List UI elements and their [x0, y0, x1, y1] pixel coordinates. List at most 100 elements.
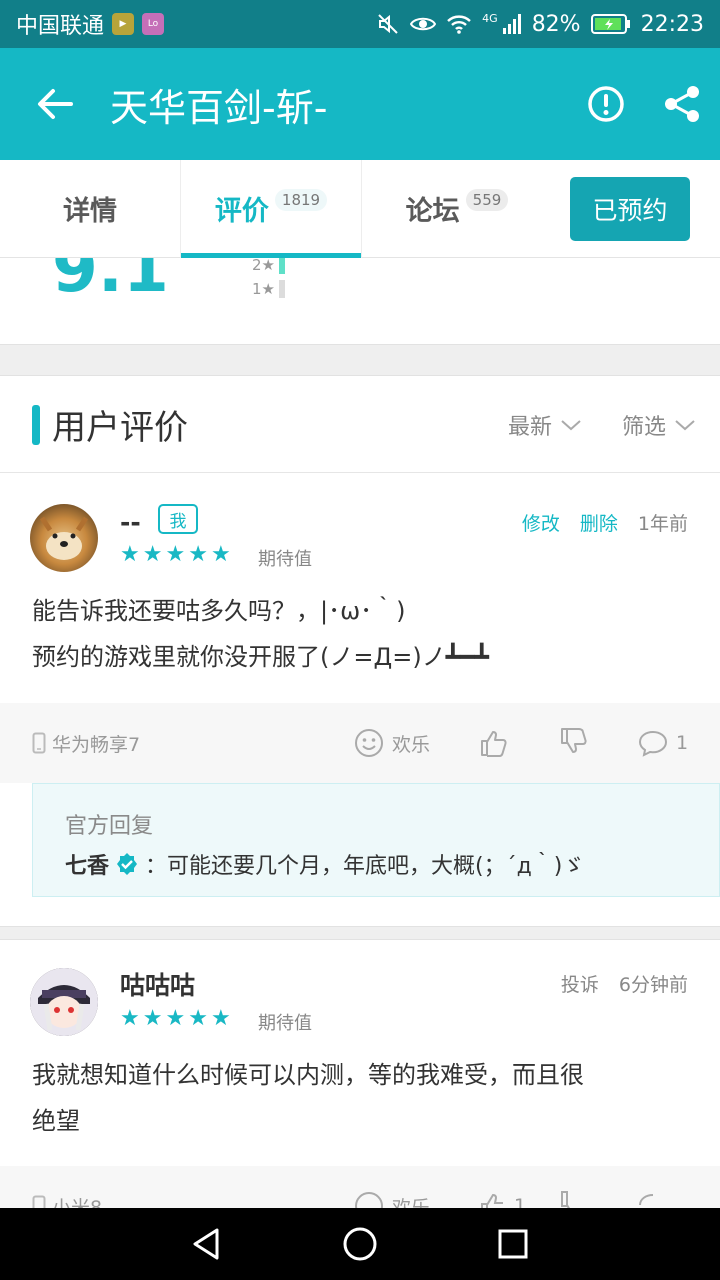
section-accent — [32, 404, 40, 445]
star-icon: ★ — [261, 280, 275, 298]
battery-icon — [590, 14, 630, 34]
tab-label: 论坛 — [405, 196, 460, 227]
comment-button[interactable]: 1 — [638, 729, 688, 757]
star-icon: ★ — [142, 1006, 163, 1031]
forum-count-badge: 559 — [465, 188, 509, 211]
device-info: 华为畅享7 — [32, 730, 140, 757]
sort-dropdown[interactable]: 最新 — [508, 409, 582, 441]
review-card: 咕咕咕 ★ ★ ★ ★ ★ 期待值 投诉 6分钟前 我就想知道什么时候可以内测，等的我难… — [0, 940, 720, 1246]
comment-icon — [638, 730, 668, 757]
wifi-icon — [447, 15, 471, 34]
review-line: 预约的游戏里就你没开服了(ノ=Д=)ノ┻━┻ — [32, 643, 490, 671]
tab-details[interactable]: 详情 — [0, 160, 180, 258]
screen: 中国联通 ▶ Lo 4G 82% 22:23 天华百剑-斩- 详情 评价 181… — [0, 0, 720, 1280]
star-icon: ★ — [188, 1006, 208, 1031]
reply-line: 七香 ：可能还要几个月，年底吧，大概(；´д｀)ゞ — [65, 848, 584, 880]
system-nav-bar — [0, 1208, 720, 1280]
share-icon — [665, 86, 699, 122]
rating-row-label: 1 — [252, 280, 262, 298]
dislike-button[interactable] — [558, 726, 588, 761]
review-count-badge: 1819 — [274, 188, 328, 211]
report-button[interactable] — [568, 48, 644, 160]
reply-text: ：可能还要几个月，年底吧，大概(；´д｀)ゞ — [145, 854, 585, 879]
star-rating: ★ ★ ★ ★ ★ — [120, 544, 231, 566]
network-type: 4G — [482, 11, 498, 25]
tab-label: 详情 — [63, 196, 117, 227]
chevron-down-icon — [561, 419, 581, 430]
lofter-app-icon: Lo — [142, 13, 165, 35]
star-icon: ★ — [165, 542, 186, 567]
star-icon: ★ — [120, 1006, 140, 1031]
review-text[interactable]: 我就想知道什么时候可以内测，等的我难受，而且很 绝望 — [32, 1052, 692, 1144]
filter-label: 筛选 — [621, 414, 666, 440]
device-name: 华为畅享7 — [52, 733, 141, 756]
back-triangle-icon[interactable] — [189, 1226, 225, 1262]
star-rating: ★ ★ ★ ★ ★ — [120, 1008, 231, 1030]
delete-link[interactable]: 删除 — [580, 509, 618, 536]
rating-row-label: 2 — [252, 258, 262, 274]
star-icon: ★ — [142, 542, 163, 567]
verified-badge-icon — [117, 853, 138, 875]
eye-icon — [410, 17, 437, 31]
anime-avatar-image — [30, 968, 98, 1036]
tab-forum[interactable]: 论坛 559 — [362, 160, 552, 258]
tab-bar: 详情 评价 1819 论坛 559 已预约 — [0, 159, 720, 258]
card-divider — [0, 926, 720, 940]
share-button[interactable] — [644, 48, 720, 160]
emotion-label: 欢乐 — [392, 733, 431, 756]
review-text[interactable]: 能告诉我还要咕多久吗？，|･ω･｀) 预约的游戏里就你没开服了(ノ=Д=)ノ┻━… — [32, 588, 692, 680]
home-circle-icon[interactable] — [342, 1226, 378, 1262]
alert-circle-icon — [588, 86, 624, 122]
review-line: 能告诉我还要咕多久吗？，|･ω･｀) — [32, 597, 406, 625]
filter-dropdown[interactable]: 筛选 — [622, 409, 696, 441]
overall-score: 9.1 — [52, 258, 169, 307]
smiley-icon — [355, 729, 383, 757]
star-icon: ★ — [120, 542, 140, 567]
rating-row: 2 ★ — [252, 258, 285, 274]
recents-square-icon[interactable] — [495, 1226, 531, 1262]
section-divider — [0, 344, 720, 376]
phone-icon — [32, 732, 46, 754]
review-time: 1年前 — [637, 513, 688, 535]
avatar[interactable] — [30, 968, 98, 1036]
review-meta: 投诉 6分钟前 — [561, 970, 688, 997]
thumbs-down-icon — [561, 727, 587, 753]
shiba-avatar-image — [39, 516, 89, 560]
official-reply: 官方回复 七香 ：可能还要几个月，年底吧，大概(；´д｀)ゞ — [32, 783, 720, 897]
tab-label: 评价 — [214, 196, 269, 227]
signal-icon — [502, 14, 521, 34]
thumbs-up-icon — [481, 731, 507, 757]
report-link[interactable]: 投诉 — [561, 970, 599, 997]
edit-link[interactable]: 修改 — [522, 509, 560, 536]
rating-bar — [279, 280, 285, 298]
review-line: 绝望 — [32, 1107, 80, 1135]
review-meta: 修改 删除 1年前 — [522, 509, 688, 536]
star-icon: ★ — [210, 1006, 231, 1031]
chevron-down-icon — [675, 419, 695, 430]
tab-reviews[interactable]: 评价 1819 — [181, 160, 361, 258]
username[interactable]: 咕咕咕 — [120, 966, 195, 1002]
star-icon: ★ — [165, 1006, 186, 1031]
reply-author[interactable]: 七香 — [65, 848, 109, 880]
star-icon: ★ — [210, 542, 231, 567]
video-app-icon: ▶ — [112, 13, 135, 35]
username[interactable]: -- — [120, 508, 141, 537]
review-line: 我就想知道什么时候可以内测，等的我难受，而且很 — [32, 1061, 584, 1089]
back-button[interactable] — [0, 48, 110, 160]
battery-percent: 82% — [531, 11, 581, 37]
me-tag: 我 — [158, 504, 198, 534]
avatar[interactable] — [30, 504, 98, 572]
expectation-label: 期待值 — [258, 1013, 312, 1034]
rating-bar — [279, 258, 285, 274]
review-footer: 华为畅享7 欢乐 1 — [0, 703, 720, 783]
user-reviews-header: 用户评价 最新 筛选 — [0, 377, 720, 473]
page-title: 天华百剑-斩- — [110, 85, 328, 130]
carrier-label: 中国联通 — [16, 14, 105, 39]
app-bar: 天华百剑-斩- — [0, 48, 720, 160]
emotion-button[interactable]: 欢乐 — [354, 728, 430, 758]
reserved-button[interactable]: 已预约 — [570, 176, 690, 241]
review-time: 6分钟前 — [618, 974, 688, 996]
like-button[interactable] — [478, 728, 508, 758]
clock: 22:23 — [640, 11, 704, 37]
star-icon: ★ — [188, 542, 208, 567]
